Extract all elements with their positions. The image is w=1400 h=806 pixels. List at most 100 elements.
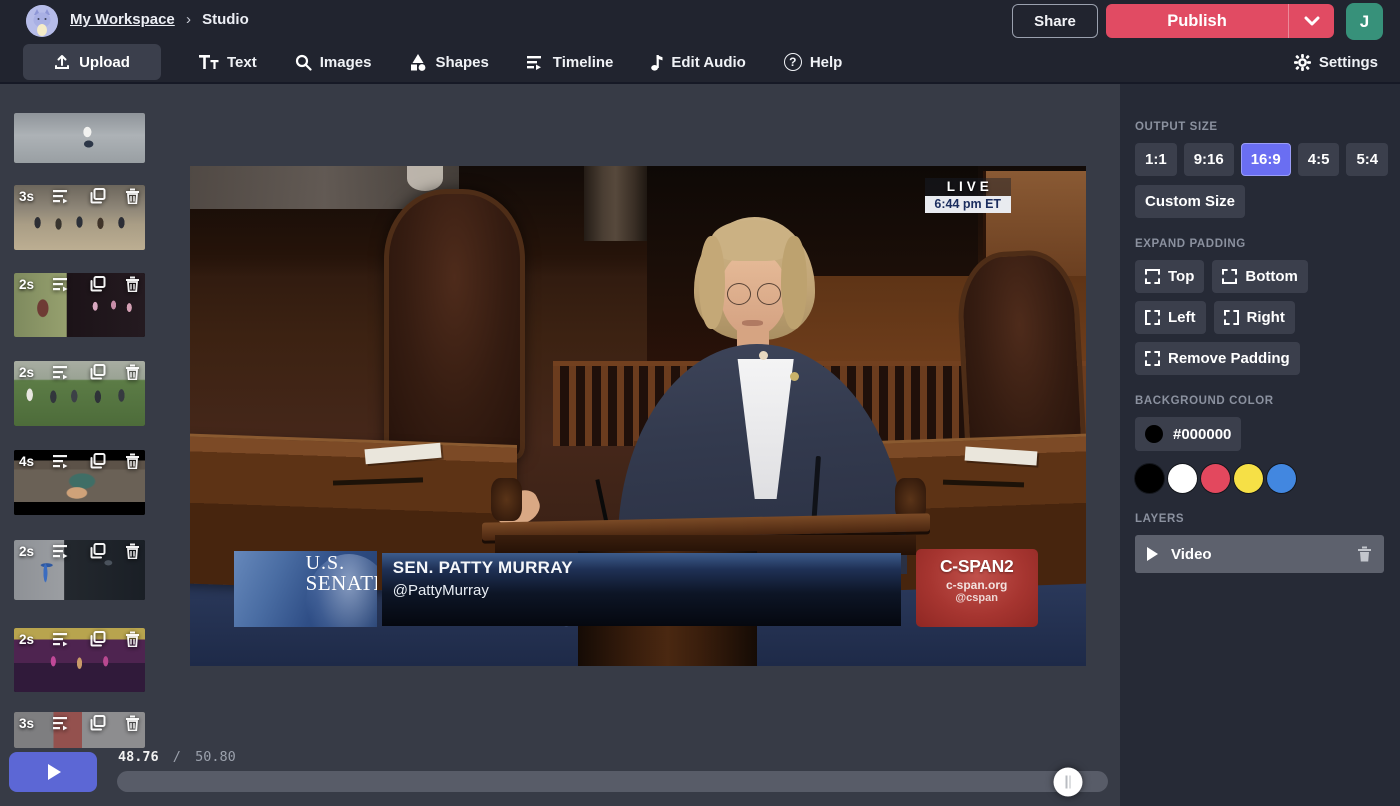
shapes-icon (409, 54, 427, 71)
toolbar-item-label: Edit Audio (671, 54, 745, 71)
reorder-icon[interactable] (53, 189, 71, 204)
reorder-icon[interactable] (53, 544, 71, 559)
output-size-option[interactable]: 9:16 (1184, 143, 1234, 176)
clip-thumbnail[interactable]: 2s (14, 361, 145, 426)
duplicate-icon[interactable] (90, 364, 106, 380)
upload-button[interactable]: Upload (23, 44, 161, 80)
scrubber-handle[interactable] (1054, 767, 1083, 796)
toolbar-item-edit-audio[interactable]: Edit Audio (651, 54, 745, 71)
duplicate-icon[interactable] (90, 188, 106, 204)
clip-thumbnail[interactable]: 3s (14, 712, 145, 748)
speaker-glasses (727, 283, 751, 305)
current-time: 48.76 (118, 749, 159, 765)
reorder-icon[interactable] (53, 716, 71, 731)
account-avatar[interactable]: J (1346, 3, 1383, 40)
reorder-icon[interactable] (53, 277, 71, 292)
network-social: @cspan (916, 592, 1038, 604)
settings-label: Settings (1319, 54, 1378, 71)
network-site: c-span.org (916, 578, 1038, 592)
color-swatches (1135, 464, 1384, 493)
clip-thumbnail[interactable]: 2s (14, 628, 145, 692)
publish-button[interactable]: Publish (1106, 4, 1334, 38)
output-size-option[interactable]: 1:1 (1135, 143, 1177, 176)
reorder-icon[interactable] (53, 365, 71, 380)
output-size-option[interactable]: 4:5 (1298, 143, 1340, 176)
clip-thumbnail[interactable]: 2s (14, 273, 145, 337)
trash-icon[interactable] (125, 364, 140, 380)
color-swatch[interactable] (1168, 464, 1197, 493)
trash-icon[interactable] (125, 543, 140, 559)
duplicate-icon[interactable] (90, 453, 106, 469)
clip-thumbnail[interactable]: 4s (14, 450, 145, 515)
playback-scrubber[interactable] (117, 771, 1108, 792)
pad-right-icon (1224, 310, 1239, 325)
pad-right-button[interactable]: Right (1214, 301, 1295, 334)
breadcrumb-workspace-link[interactable]: My Workspace (70, 11, 175, 28)
pad-bottom-button[interactable]: Bottom (1212, 260, 1308, 293)
color-swatch[interactable] (1267, 464, 1296, 493)
clip-duration: 2s (19, 277, 34, 292)
breadcrumb-separator: › (186, 11, 191, 28)
speaker-name: SEN. PATTY MURRAY (393, 558, 902, 578)
settings-button[interactable]: Settings (1294, 54, 1378, 71)
layer-item-video[interactable]: Video (1135, 535, 1384, 573)
duplicate-icon[interactable] (90, 715, 106, 731)
publish-label[interactable]: Publish (1106, 4, 1288, 38)
reorder-icon[interactable] (53, 632, 71, 647)
clip-thumbnail[interactable] (14, 113, 145, 163)
color-swatch[interactable] (1201, 464, 1230, 493)
trash-icon[interactable] (125, 276, 140, 292)
background-color-label: BACKGROUND COLOR (1135, 395, 1384, 407)
chevron-down-icon (1304, 16, 1320, 26)
color-swatch[interactable] (1135, 464, 1164, 493)
live-badge: LIVE (925, 178, 1011, 196)
toolbar-item-text[interactable]: Text (199, 54, 257, 71)
toolbar-item-shapes[interactable]: Shapes (409, 54, 488, 71)
custom-size-button[interactable]: Custom Size (1135, 185, 1245, 218)
top-bar: My Workspace › Studio Share Publish J (0, 0, 1400, 42)
help-icon: ? (784, 53, 802, 71)
clip-duration: 2s (19, 544, 34, 559)
output-size-option[interactable]: 16:9 (1241, 143, 1291, 176)
background-color-button[interactable]: #000000 (1135, 417, 1241, 451)
layer-trash-icon[interactable] (1357, 546, 1372, 562)
settings-panel: OUTPUT SIZE 1:1 9:16 16:9 4:5 5:4 Custom… (1120, 84, 1400, 806)
video-canvas-layer[interactable]: LIVE 6:44 pm ET U.S. SENATE SEN. PATTY M… (190, 166, 1086, 666)
reorder-icon[interactable] (53, 454, 71, 469)
speaker-handle: @PattyMurray (393, 582, 902, 599)
trash-icon[interactable] (125, 188, 140, 204)
play-button[interactable] (9, 752, 97, 792)
workspace-avatar[interactable] (26, 5, 58, 37)
pad-button-label: Bottom (1245, 268, 1298, 285)
trash-icon[interactable] (125, 631, 140, 647)
layer-name: Video (1171, 546, 1357, 563)
timeline-icon (527, 55, 545, 70)
share-button[interactable]: Share (1012, 4, 1098, 38)
output-size-option[interactable]: 5:4 (1346, 143, 1388, 176)
clip-thumbnail[interactable]: 3s (14, 185, 145, 250)
toolbar-item-images[interactable]: Images (295, 54, 372, 71)
pad-top-button[interactable]: Top (1135, 260, 1204, 293)
upload-label: Upload (79, 54, 130, 71)
color-swatch[interactable] (1234, 464, 1263, 493)
duplicate-icon[interactable] (90, 276, 106, 292)
pad-button-label: Remove Padding (1168, 350, 1290, 367)
scene-bust (407, 166, 443, 191)
time-display: 48.76 / 50.80 (118, 749, 236, 765)
toolbar: Upload Text Images Shapes Timeline (0, 42, 1400, 84)
speaker-mouth (742, 320, 763, 326)
toolbar-item-help[interactable]: ? Help (784, 53, 843, 71)
breadcrumb: My Workspace › Studio (70, 11, 249, 28)
toolbar-item-label: Shapes (435, 54, 488, 71)
trash-icon[interactable] (125, 453, 140, 469)
pad-left-button[interactable]: Left (1135, 301, 1206, 334)
clip-thumbnail[interactable]: 2s (14, 540, 145, 600)
speaker-necklace (759, 351, 768, 360)
duplicate-icon[interactable] (90, 543, 106, 559)
publish-dropdown-toggle[interactable] (1288, 4, 1334, 38)
remove-padding-button[interactable]: Remove Padding (1135, 342, 1300, 375)
layer-expand-icon[interactable] (1147, 547, 1158, 561)
toolbar-item-timeline[interactable]: Timeline (527, 54, 614, 71)
trash-icon[interactable] (125, 715, 140, 731)
duplicate-icon[interactable] (90, 631, 106, 647)
